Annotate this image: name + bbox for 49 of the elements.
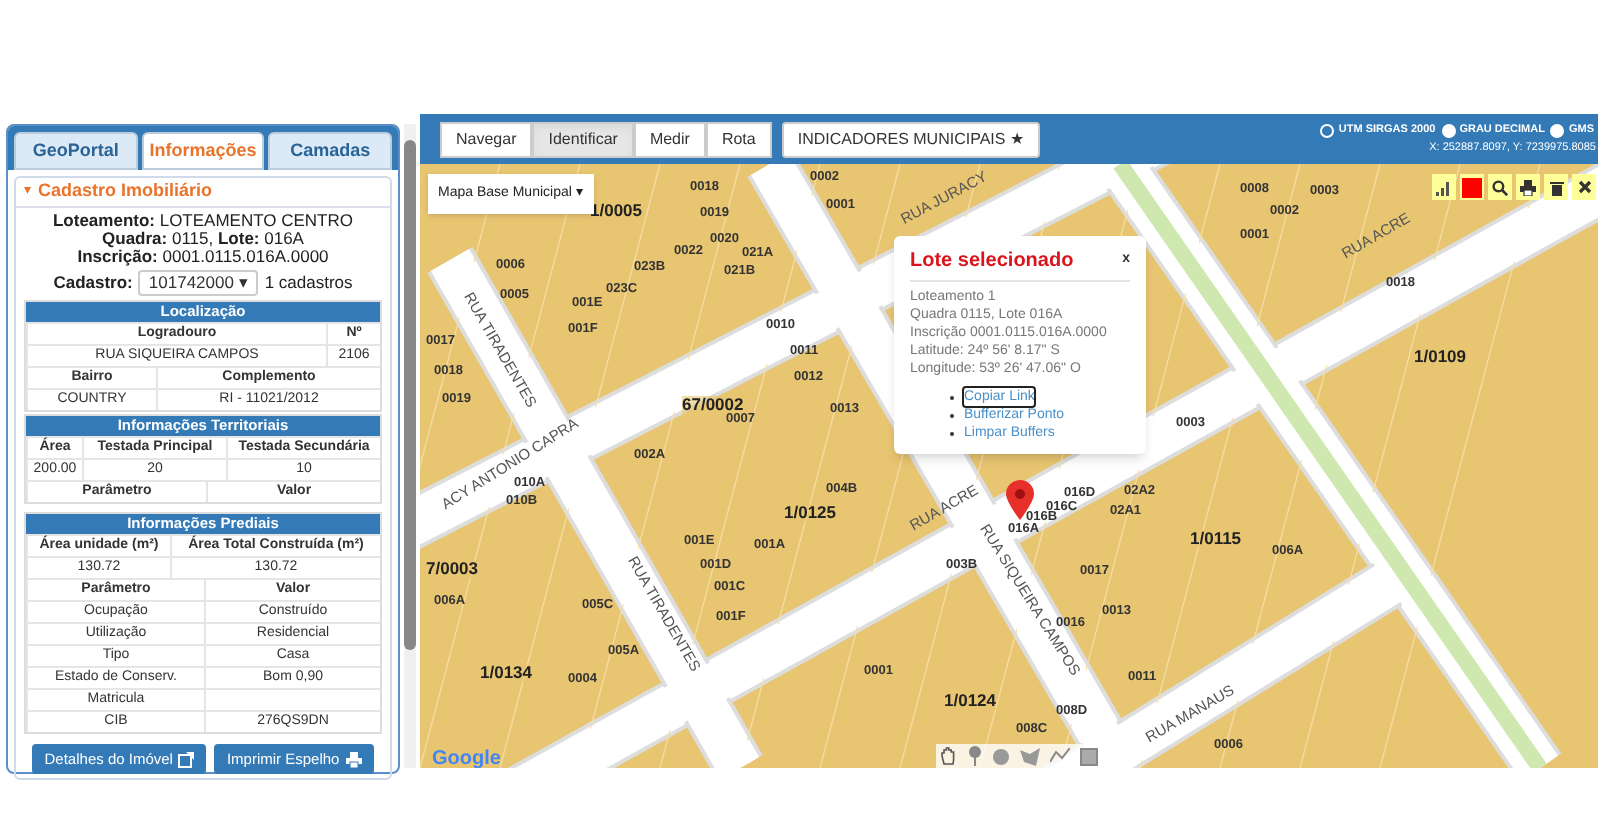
trash-button[interactable] [1544,174,1568,200]
tool-button[interactable]: Rota [705,121,772,157]
summary-line: Loteamento: LOTEAMENTO CENTRO [52,212,354,230]
cadastro-label: Cadastro: [53,270,133,296]
block-number: 1/0109 [1414,348,1466,365]
pin-icon[interactable] [968,746,982,766]
tab[interactable]: Informações [141,132,265,170]
radio-button[interactable] [1550,123,1565,138]
block-number: 1/0115 [1190,530,1242,547]
popup-title: Lote selecionado [910,248,1074,276]
section-title: Cadastro Imobiliário [38,178,213,205]
signal-button[interactable] [1432,174,1456,200]
square-button[interactable] [1460,174,1484,200]
hand-icon[interactable] [940,746,958,766]
printer-icon [345,751,362,767]
external-link-icon [178,751,195,767]
indicators-button[interactable]: INDICADORES MUNICIPAIS ★ [781,121,1040,157]
cadastro-select[interactable]: 101742000 ▾ [138,270,259,296]
printer-button[interactable] [1516,174,1540,200]
tool-button[interactable]: Identificar [532,121,634,157]
trash-icon [1549,179,1563,195]
square-icon [1462,177,1482,197]
circle-icon[interactable] [992,747,1010,765]
search-button[interactable] [1488,174,1512,200]
close-icon [1577,180,1591,194]
block-number: 1/0134 [480,664,532,681]
tab[interactable]: GeoPortal [14,132,138,170]
cadastro-count: 1 cadastros [264,270,353,296]
summary-line: Quadra: 0115, Lote: 016A [102,230,304,248]
google-logo: Google [432,746,501,768]
radio-button[interactable] [1320,123,1335,138]
search-icon [1492,179,1508,195]
tool-button[interactable]: Navegar [440,121,533,157]
polygon-icon[interactable] [1020,747,1040,765]
scrollbar[interactable] [404,124,416,768]
square-draw-icon[interactable] [1080,747,1098,765]
block-number: 1/0125 [784,504,836,521]
summary-line: Inscrição: 0001.0115.016A.0000 [77,248,329,266]
block-number: 67/0002 [682,396,744,413]
signal-icon [1436,179,1452,195]
line-icon[interactable] [1050,748,1070,764]
close-button[interactable] [1572,174,1596,200]
tab[interactable]: Camadas [268,132,393,170]
block-number: 1/0005 [590,202,642,219]
printer-icon [1520,179,1536,195]
radio-button[interactable] [1441,123,1456,138]
block-number: 1/0124 [944,692,996,709]
block-number: 7/0003 [426,560,478,577]
tool-button[interactable]: Medir [633,121,706,157]
